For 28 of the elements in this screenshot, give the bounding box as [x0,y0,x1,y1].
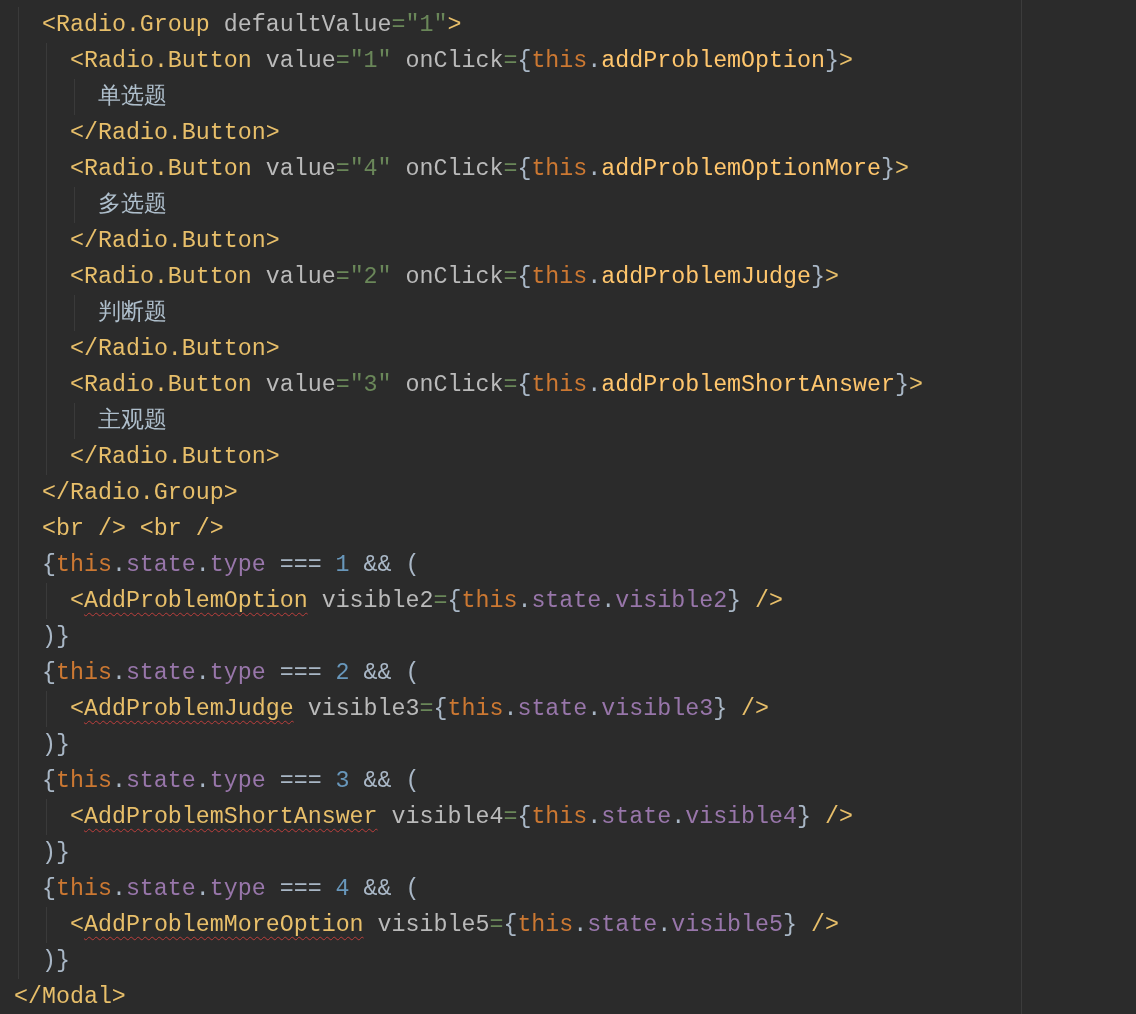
code-line: {this.state.type === 2 && ( [42,659,420,688]
code-line: </Radio.Button> [70,119,280,148]
code-line: )} [42,839,70,868]
code-line: </Radio.Button> [70,443,280,472]
code-line: <AddProblemJudge visible3={this.state.visible3} /> [70,695,770,724]
code-line: <AddProblemMoreOption visible5={this.state.visible5} /> [70,911,839,940]
code-line: 判断题 [98,299,167,328]
code-line: 单选题 [98,83,167,112]
code-line: <Radio.Button value="4" onClick={this.addProblemOptionMore}> [70,155,909,184]
code-line: {this.state.type === 3 && ( [42,767,420,796]
code-line: <Radio.Button value="1" onClick={this.addProblemOption}> [70,47,853,76]
code-line: {this.state.type === 1 && ( [42,551,420,580]
code-line: <AddProblemOption visible2={this.state.visible2} /> [70,587,784,616]
code-line: <Radio.Button value="3" onClick={this.addProblemShortAnswer}> [70,371,923,400]
code-line: 主观题 [98,406,167,436]
code-line: </Radio.Button> [70,227,280,256]
code-line: <Radio.Group defaultValue="1"> [42,11,462,40]
code-line: )} [42,947,70,976]
code-line: </Modal> [14,983,126,1012]
code-line: <br /> <br /> [42,515,224,544]
code-line: {this.state.type === 4 && ( [42,875,420,904]
code-line: <AddProblemShortAnswer visible4={this.state.visible4} /> [70,803,853,832]
code-line: 多选题 [98,191,167,220]
code-line: )} [42,731,70,760]
code-line: <Radio.Button value="2" onClick={this.addProblemJudge}> [70,263,839,292]
code-line: </Radio.Button> [70,335,280,364]
code-line: </Radio.Group> [42,479,238,508]
code-line: )} [42,623,70,652]
